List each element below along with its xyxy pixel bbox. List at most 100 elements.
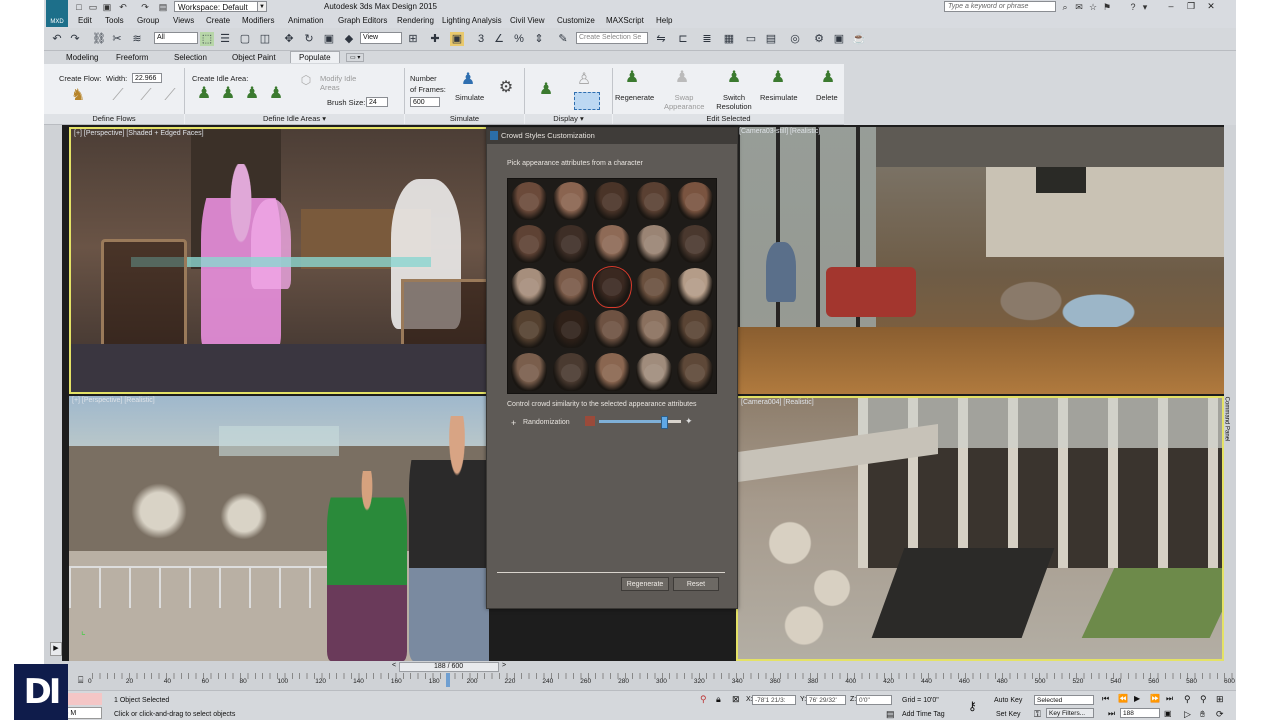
randomization-thumb[interactable] (660, 416, 668, 429)
zoom-all-icon[interactable]: ⚲ (1200, 694, 1207, 705)
bind-spacewarp-icon[interactable]: ≋ (130, 32, 144, 46)
redo-icon[interactable]: ↷ (68, 32, 82, 46)
z-coordinate-field[interactable]: 0'0" (856, 695, 892, 705)
pivot-center-icon[interactable]: ⊞ (406, 32, 420, 46)
character-face[interactable] (635, 310, 672, 349)
maximize-viewport-icon[interactable]: ⊞ (1216, 694, 1224, 705)
menu-create[interactable]: Create (206, 16, 230, 25)
menu-animation[interactable]: Animation (288, 16, 324, 25)
project-folder-icon[interactable]: ▤ (158, 2, 168, 12)
brush-size-field[interactable]: 24 (366, 97, 388, 107)
character-face[interactable] (552, 310, 589, 349)
previous-frame-icon[interactable]: ⏪ (1118, 694, 1128, 703)
randomization-slider[interactable] (599, 416, 681, 429)
simulate-icon[interactable]: ♟ (458, 70, 478, 90)
tab-freeform[interactable]: Freeform (116, 53, 148, 62)
time-tag-icon[interactable]: ▤ (886, 709, 895, 720)
viewport-label[interactable]: [+] [Perspective] [Shaded + Edged Faces] (74, 130, 204, 137)
x-coordinate-field[interactable]: -78'1 21/3: (752, 695, 796, 705)
edit-flow-icon[interactable]: ⟋ (160, 86, 180, 106)
play-icon[interactable]: ▶ (1134, 694, 1140, 703)
pan-hand-icon[interactable]: ✋︎ (1200, 709, 1205, 720)
selection-lock-icon[interactable]: 🔒︎ (716, 694, 721, 705)
idle-area-paint-icon[interactable]: ♟ (266, 84, 286, 104)
tab-populate[interactable]: Populate (290, 51, 340, 63)
ribbon-options-icon[interactable]: ▭ ▾ (346, 53, 365, 62)
idle-area-circle-icon[interactable]: ♟ (218, 84, 238, 104)
viewport-label[interactable]: [+] [Perspective] [Realistic] (72, 397, 155, 404)
character-face[interactable] (552, 267, 589, 306)
character-face[interactable] (511, 353, 547, 392)
character-face[interactable] (594, 310, 631, 349)
snaps-toggle-icon[interactable]: 3 (474, 32, 488, 46)
display-box-icon[interactable]: ♙ (574, 70, 594, 90)
time-configuration-icon[interactable]: ▣ (1164, 709, 1172, 718)
scale-icon[interactable]: ▣ (322, 32, 336, 46)
mirror-icon[interactable]: ⇋ (654, 32, 668, 46)
character-face[interactable] (552, 182, 589, 220)
favorites-star-icon[interactable]: ☆ (1088, 2, 1098, 12)
character-face[interactable] (592, 265, 633, 308)
graphite-toggle-icon[interactable]: ▦ (722, 32, 736, 46)
tab-modeling[interactable]: Modeling (66, 53, 98, 62)
isolate-selection-icon[interactable]: ⚲ (700, 694, 707, 705)
viewport-bottom-left[interactable]: [+] [Perspective] [Realistic] ⌞ (69, 396, 489, 661)
current-frame-marker[interactable] (445, 673, 450, 687)
chevron-down-icon[interactable]: ▾ (1140, 2, 1150, 12)
key-filters-icon[interactable]: ⚿ (1034, 709, 1041, 720)
current-frame-field[interactable]: 188 (1120, 708, 1160, 718)
minimize-icon[interactable]: – (1162, 0, 1180, 13)
window-crossing-icon[interactable]: ◫ (258, 32, 272, 46)
delete-label[interactable]: Delete (816, 93, 838, 102)
rendered-frame-icon[interactable]: ▣ (832, 32, 846, 46)
character-face[interactable] (594, 182, 631, 220)
character-face[interactable] (677, 310, 714, 349)
place-icon[interactable]: ◆ (342, 32, 356, 46)
switch-resolution-label[interactable]: Switch Resolution (714, 93, 754, 111)
regenerate-icon[interactable]: ♟ (622, 68, 642, 88)
simulate-label[interactable]: Simulate (455, 93, 484, 102)
tab-object-paint[interactable]: Object Paint (232, 53, 276, 62)
display-mesh-icon[interactable] (574, 92, 600, 110)
next-frame-icon[interactable]: ⏩ (1150, 694, 1160, 703)
menu-maxscript[interactable]: MAXScript (606, 16, 644, 25)
character-face[interactable] (635, 267, 672, 306)
key-filters-button[interactable]: Key Filters... (1046, 708, 1094, 718)
menu-views[interactable]: Views (173, 16, 194, 25)
display-footer[interactable]: Display ▾ (525, 114, 612, 124)
app-logo-icon[interactable]: MXD (46, 0, 68, 27)
regenerate-label[interactable]: Regenerate (615, 93, 654, 102)
simulate-options-icon[interactable]: ⚙ (496, 78, 516, 98)
menu-modifiers[interactable]: Modifiers (242, 16, 274, 25)
flow-segment-icon[interactable]: ⟋ (108, 86, 128, 106)
character-face[interactable] (552, 353, 589, 392)
reference-coordinate-dropdown[interactable]: View (360, 32, 402, 44)
go-to-end-icon[interactable]: ⏭ (1166, 694, 1173, 704)
select-by-name-icon[interactable]: ☰ (218, 32, 232, 46)
viewport-top-left[interactable]: [+] [Perspective] [Shaded + Edged Faces] (69, 127, 489, 394)
add-time-tag-text[interactable]: Add Time Tag (902, 711, 945, 718)
menu-civil-view[interactable]: Civil View (510, 16, 545, 25)
create-flow-icon[interactable]: ♞ (68, 86, 88, 106)
menu-graph-editors[interactable]: Graph Editors (338, 16, 387, 25)
restore-icon[interactable]: ❐ (1182, 0, 1200, 13)
menu-edit[interactable]: Edit (78, 16, 92, 25)
character-face[interactable] (635, 224, 672, 263)
workspace-dropdown[interactable]: Workspace: Default (174, 1, 258, 12)
idle-area-free-icon[interactable]: ♟ (242, 84, 262, 104)
menu-help[interactable]: Help (656, 16, 672, 25)
absolute-mode-icon[interactable]: ⊠ (732, 694, 740, 705)
character-face[interactable] (677, 353, 714, 392)
y-coordinate-field[interactable]: 76' 29/32' (806, 695, 846, 705)
resimulate-label[interactable]: Resimulate (760, 93, 798, 102)
menu-customize[interactable]: Customize (557, 16, 595, 25)
subscription-icon[interactable]: ⚑ (1102, 2, 1112, 12)
add-flow-icon[interactable]: ⟋ (136, 86, 156, 106)
regenerate-button[interactable]: Regenerate (621, 577, 669, 591)
zoom-icon[interactable]: ⚲ (1184, 694, 1191, 705)
open-file-icon[interactable]: ▭ (88, 2, 98, 12)
redo-icon[interactable]: ↷ (140, 2, 150, 12)
align-icon[interactable]: ⊏ (676, 32, 690, 46)
unlink-icon[interactable]: ✂ (110, 32, 124, 46)
undo-icon[interactable]: ↶ (50, 32, 64, 46)
